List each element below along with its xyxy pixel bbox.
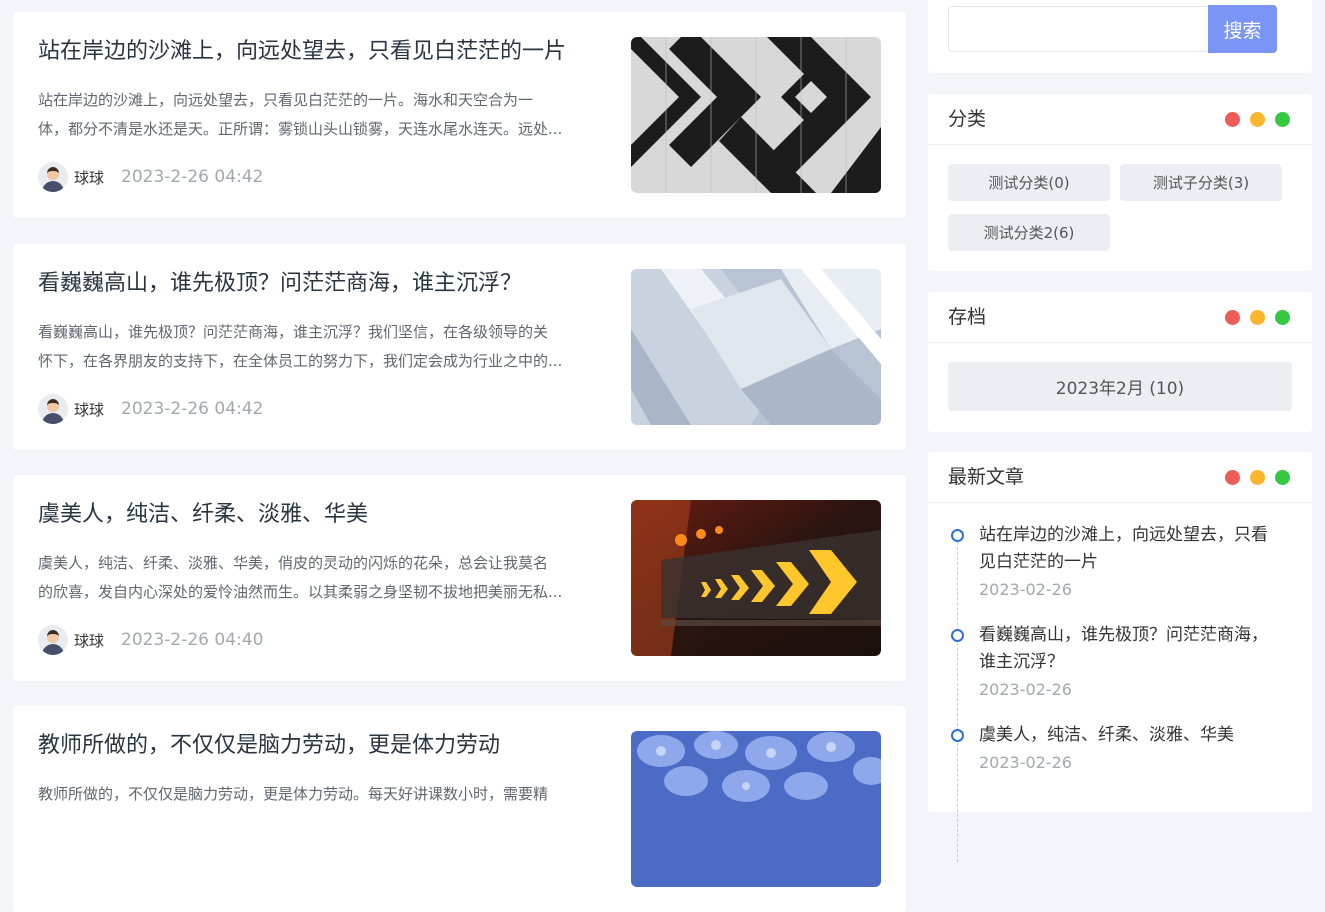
post-meta: 球球 2023-2-26 04:40 bbox=[38, 625, 263, 655]
category-item[interactable]: 测试子分类(3) bbox=[1120, 164, 1282, 201]
timeline-dot-icon bbox=[951, 629, 964, 642]
search-input[interactable] bbox=[948, 6, 1210, 52]
category-widget: 分类 测试分类(0) 测试子分类(3) 测试分类2(6) bbox=[928, 94, 1312, 271]
post-thumbnail[interactable] bbox=[631, 37, 881, 193]
yellow-dot-icon bbox=[1250, 112, 1265, 127]
latest-posts-widget: 最新文章 站在岸边的沙滩上，向远处望去，只看见白茫茫的一片 2023-02-26… bbox=[928, 452, 1312, 862]
category-item[interactable]: 测试分类(0) bbox=[948, 164, 1110, 201]
post-card[interactable]: 教师所做的，不仅仅是脑力劳动，更是体力劳动 教师所做的，不仅仅是脑力劳动，更是体… bbox=[13, 706, 906, 912]
post-date: 2023-2-26 04:40 bbox=[121, 630, 264, 650]
excerpt-line: 虞美人，纯洁、纤柔、淡雅、华美，俏皮的灵动的闪烁的花朵，总会让我莫名 bbox=[38, 554, 549, 572]
green-dot-icon bbox=[1275, 112, 1290, 127]
post-excerpt: 看巍巍高山，谁先极顶？问茫茫商海，谁主沉浮？我们坚信，在各级领导的关 怀下，在各… bbox=[38, 318, 606, 376]
post-title[interactable]: 看巍巍高山，谁先极顶？问茫茫商海，谁主沉浮？ bbox=[38, 266, 598, 302]
post-excerpt: 虞美人，纯洁、纤柔、淡雅、华美，俏皮的灵动的闪烁的花朵，总会让我莫名 的欣喜，发… bbox=[38, 549, 606, 607]
search-widget: 搜索 bbox=[928, 0, 1312, 73]
yellow-dot-icon bbox=[1250, 470, 1265, 485]
window-dots bbox=[1225, 112, 1290, 127]
latest-post-date: 2023-02-26 bbox=[979, 753, 1072, 772]
post-card[interactable]: 站在岸边的沙滩上，向远处望去，只看见白茫茫的一片 站在岸边的沙滩上，向远处望去，… bbox=[13, 12, 906, 218]
author-name[interactable]: 球球 bbox=[74, 167, 104, 188]
latest-post-title[interactable]: 看巍巍高山，谁先极顶？问茫茫商海，谁主沉浮？ bbox=[979, 622, 1284, 676]
post-card[interactable]: 虞美人，纯洁、纤柔、淡雅、华美 虞美人，纯洁、纤柔、淡雅、华美，俏皮的灵动的闪烁… bbox=[13, 475, 906, 681]
red-dot-icon bbox=[1225, 470, 1240, 485]
category-item[interactable]: 测试分类2(6) bbox=[948, 214, 1110, 251]
post-title[interactable]: 教师所做的，不仅仅是脑力劳动，更是体力劳动 bbox=[38, 728, 598, 764]
post-thumbnail[interactable] bbox=[631, 269, 881, 425]
latest-post-date: 2023-02-26 bbox=[979, 580, 1072, 599]
post-date: 2023-2-26 04:42 bbox=[121, 399, 264, 419]
green-dot-icon bbox=[1275, 470, 1290, 485]
avatar[interactable] bbox=[38, 394, 68, 424]
widget-header: 最新文章 bbox=[928, 452, 1312, 503]
post-date: 2023-2-26 04:42 bbox=[121, 167, 264, 187]
timeline-line bbox=[957, 532, 958, 862]
red-dot-icon bbox=[1225, 112, 1240, 127]
widget-header: 存档 bbox=[928, 292, 1312, 343]
post-excerpt: 站在岸边的沙滩上，向远处望去，只看见白茫茫的一片。海水和天空合为一 体，都分不清… bbox=[38, 86, 606, 144]
post-thumbnail[interactable] bbox=[631, 731, 881, 887]
excerpt-line: 体，都分不清是水还是天。正所谓：雾锁山头山锁雾，天连水尾水连天。远处... bbox=[38, 120, 563, 138]
excerpt-line: 看巍巍高山，谁先极顶？问茫茫商海，谁主沉浮？我们坚信，在各级领导的关 bbox=[38, 323, 549, 341]
excerpt-line: 站在岸边的沙滩上，向远处望去，只看见白茫茫的一片。海水和天空合为一 bbox=[38, 91, 534, 109]
post-meta: 球球 2023-2-26 04:42 bbox=[38, 162, 263, 192]
archive-widget: 存档 2023年2月 (10) bbox=[928, 292, 1312, 432]
post-card[interactable]: 看巍巍高山，谁先极顶？问茫茫商海，谁主沉浮？ 看巍巍高山，谁先极顶？问茫茫商海，… bbox=[13, 244, 906, 450]
latest-post-title[interactable]: 站在岸边的沙滩上，向远处望去，只看见白茫茫的一片 bbox=[979, 522, 1284, 576]
timeline-dot-icon bbox=[951, 529, 964, 542]
post-title[interactable]: 站在岸边的沙滩上，向远处望去，只看见白茫茫的一片 bbox=[38, 34, 598, 70]
post-thumbnail[interactable] bbox=[631, 500, 881, 656]
green-dot-icon bbox=[1275, 310, 1290, 325]
author-name[interactable]: 球球 bbox=[74, 399, 104, 420]
red-dot-icon bbox=[1225, 310, 1240, 325]
excerpt-line: 教师所做的，不仅仅是脑力劳动，更是体力劳动。每天好讲课数小时，需要精 bbox=[38, 785, 549, 803]
yellow-dot-icon bbox=[1250, 310, 1265, 325]
archive-item[interactable]: 2023年2月 (10) bbox=[948, 362, 1292, 411]
window-dots bbox=[1225, 470, 1290, 485]
post-meta: 球球 2023-2-26 04:42 bbox=[38, 394, 263, 424]
avatar[interactable] bbox=[38, 162, 68, 192]
excerpt-line: 的欣喜，发自内心深处的爱怜油然而生。以其柔弱之身坚韧不拔地把美丽无私... bbox=[38, 583, 563, 601]
widget-title: 分类 bbox=[948, 108, 987, 130]
latest-post-title[interactable]: 虞美人，纯洁、纤柔、淡雅、华美 bbox=[979, 722, 1284, 749]
window-dots bbox=[1225, 310, 1290, 325]
widget-title: 最新文章 bbox=[948, 466, 1025, 488]
author-name[interactable]: 球球 bbox=[74, 630, 104, 651]
latest-post-date: 2023-02-26 bbox=[979, 680, 1072, 699]
post-title[interactable]: 虞美人，纯洁、纤柔、淡雅、华美 bbox=[38, 497, 598, 533]
avatar[interactable] bbox=[38, 625, 68, 655]
post-excerpt: 教师所做的，不仅仅是脑力劳动，更是体力劳动。每天好讲课数小时，需要精 bbox=[38, 780, 606, 838]
search-button[interactable]: 搜索 bbox=[1208, 5, 1277, 53]
widget-header: 分类 bbox=[928, 94, 1312, 145]
timeline-dot-icon bbox=[951, 729, 964, 742]
widget-title: 存档 bbox=[948, 306, 987, 328]
excerpt-line: 怀下，在各界朋友的支持下，在全体员工的努力下，我们定会成为行业之中的... bbox=[38, 352, 563, 370]
